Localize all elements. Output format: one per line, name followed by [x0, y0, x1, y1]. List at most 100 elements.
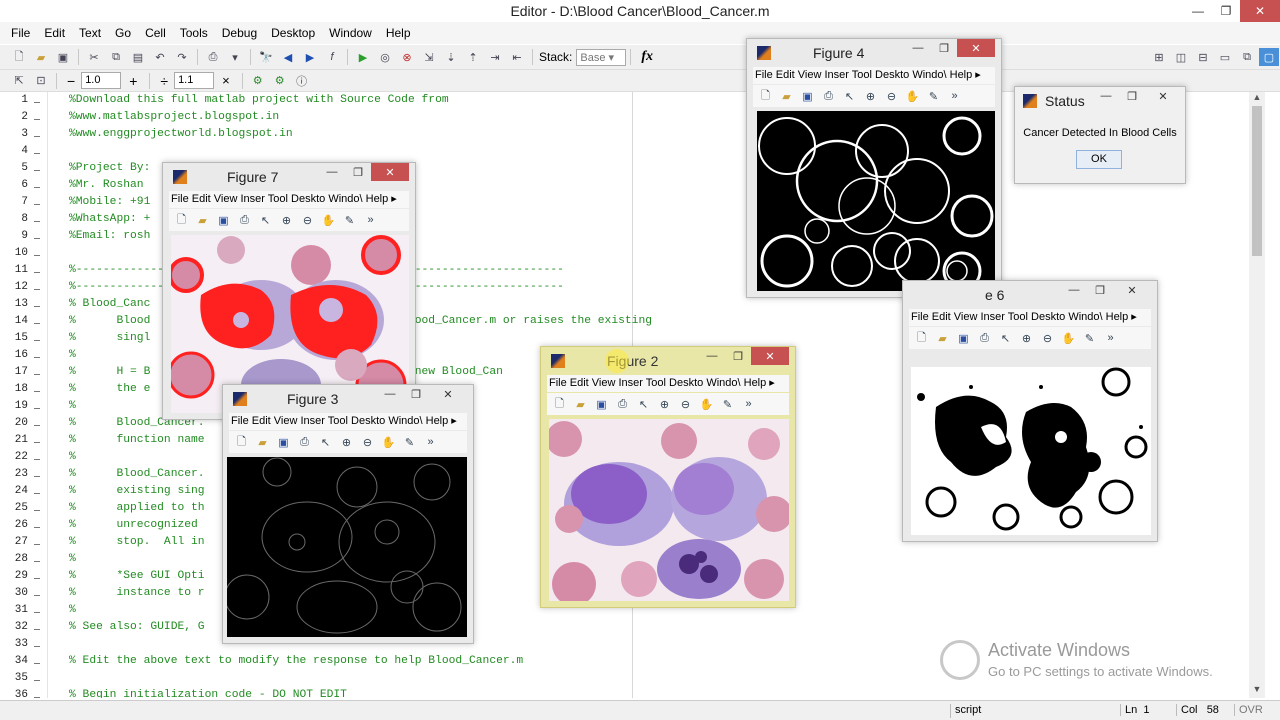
figure-6-window[interactable]: e 6 — ❐ ✕ File Edit View Inser Tool Deskto…	[902, 280, 1158, 542]
code-line[interactable]: %www.enggprojectworld.blogspot.in	[69, 128, 293, 140]
cut-icon[interactable]: ✂	[84, 48, 104, 66]
toolbar-overflow-icon[interactable]: »	[738, 395, 759, 413]
menu-go[interactable]: Go	[108, 26, 138, 40]
pan-hand-icon[interactable]: ✋	[696, 395, 717, 413]
scrollbar-thumb[interactable]	[1252, 106, 1262, 256]
close-icon[interactable]: ✕	[429, 385, 467, 403]
eval-advance-icon[interactable]: ⚙	[270, 72, 290, 90]
save-icon[interactable]: ▣	[273, 433, 294, 451]
zoom-in-icon[interactable]: ⊕	[276, 211, 297, 229]
step-icon[interactable]: ⇲	[419, 48, 439, 66]
print-icon[interactable]: ⎙	[818, 87, 839, 105]
figure-menu[interactable]: File Edit View Inser Tool Deskto Windo\ …	[909, 309, 1151, 326]
figure-menu-items[interactable]: File Edit View Inser Tool Deskto Windo\ …	[755, 69, 972, 81]
open-file-icon[interactable]: ▰	[252, 433, 273, 451]
close-icon[interactable]: ✕	[371, 163, 409, 181]
menu-help[interactable]: Help	[379, 26, 418, 40]
exit-debug-icon[interactable]: ⇤	[507, 48, 527, 66]
figure-4-window[interactable]: Figure 4 — ❐ ✕ File Edit View Inser Tool D…	[746, 38, 1002, 298]
clear-breakpoints-icon[interactable]: ⊗	[397, 48, 417, 66]
zoom-out-icon[interactable]: ⊖	[357, 433, 378, 451]
code-line[interactable]: %www.matlabsproject.blogspot.in	[69, 111, 279, 123]
minimize-icon[interactable]: —	[1061, 281, 1087, 299]
zoom-out-icon[interactable]: ⊖	[1037, 329, 1058, 347]
run-icon[interactable]: ▶	[353, 48, 373, 66]
menu-cell[interactable]: Cell	[138, 26, 173, 40]
zoom-out-icon[interactable]: ⊖	[675, 395, 696, 413]
increment-button[interactable]: +	[129, 73, 137, 89]
zoom-in-icon[interactable]: ⊕	[336, 433, 357, 451]
select-arrow-icon[interactable]: ↖	[315, 433, 336, 451]
step-out-icon[interactable]: ⇡	[463, 48, 483, 66]
data-cursor-icon[interactable]: ✎	[1079, 329, 1100, 347]
code-line[interactable]: %Project By:	[69, 162, 150, 174]
save-icon[interactable]: ▣	[953, 329, 974, 347]
vertical-scrollbar[interactable]: ▲ ▼	[1249, 92, 1265, 698]
set-breakpoint-icon[interactable]: ◎	[375, 48, 395, 66]
open-file-icon[interactable]: ▰	[932, 329, 953, 347]
cell-info-icon[interactable]: ⓘ	[292, 72, 312, 90]
continue-icon[interactable]: ⇥	[485, 48, 505, 66]
menu-tools[interactable]: Tools	[173, 26, 215, 40]
restore-icon[interactable]: ❐	[1087, 281, 1113, 299]
figure-menu-items[interactable]: File Edit View Inser Tool Deskto Windo\ …	[911, 311, 1128, 323]
code-line[interactable]: %Download this full matlab project with …	[69, 94, 449, 106]
new-figure-icon[interactable]: 🗋	[549, 395, 570, 413]
multiply-button[interactable]: ×	[222, 73, 230, 88]
eval-cell-icon[interactable]: ⚙	[248, 72, 268, 90]
split-horizontal-icon[interactable]: ⊟	[1193, 48, 1213, 66]
undo-icon[interactable]: ↶	[150, 48, 170, 66]
restore-icon[interactable]: ❐	[1119, 87, 1145, 105]
figure-menu[interactable]: File Edit View Inser Tool Deskto Windo\ …	[169, 191, 409, 208]
redo-icon[interactable]: ↷	[172, 48, 192, 66]
code-line[interactable]: %Mr. Roshan	[69, 179, 144, 191]
close-icon[interactable]: ✕	[1113, 281, 1151, 299]
new-file-icon[interactable]: 🗋	[9, 48, 29, 66]
zoom-out-icon[interactable]: ⊖	[881, 87, 902, 105]
restore-icon[interactable]: ❐	[345, 163, 371, 181]
minimize-icon[interactable]: —	[1184, 0, 1212, 22]
pan-hand-icon[interactable]: ✋	[378, 433, 399, 451]
forward-icon[interactable]: ▶	[300, 48, 320, 66]
minimize-icon[interactable]: —	[1093, 87, 1119, 105]
new-figure-icon[interactable]: 🗋	[911, 329, 932, 347]
data-cursor-icon[interactable]: ✎	[399, 433, 420, 451]
print-icon[interactable]: ⎙	[234, 211, 255, 229]
code-line[interactable]: %Mobile: +91	[69, 196, 150, 208]
cell-toggle-icon[interactable]: ⊡	[31, 72, 51, 90]
minimize-icon[interactable]: —	[377, 385, 403, 403]
new-figure-icon[interactable]: 🗋	[231, 433, 252, 451]
figure-7-window[interactable]: Figure 7 — ❐ ✕ File Edit View Inser Tool D…	[162, 162, 416, 420]
select-arrow-icon[interactable]: ↖	[255, 211, 276, 229]
code-line[interactable]: % singl	[69, 332, 150, 344]
close-icon[interactable]: ✕	[751, 347, 789, 365]
new-figure-icon[interactable]: 🗋	[171, 211, 192, 229]
zoom-in-icon[interactable]: ⊕	[1016, 329, 1037, 347]
save-icon[interactable]: ▣	[797, 87, 818, 105]
data-cursor-icon[interactable]: ✎	[923, 87, 944, 105]
save-icon[interactable]: ▣	[213, 211, 234, 229]
scroll-up-icon[interactable]: ▲	[1249, 92, 1265, 106]
open-file-icon[interactable]: ▰	[192, 211, 213, 229]
close-icon[interactable]: ✕	[1145, 87, 1181, 105]
code-line[interactable]: %	[69, 400, 76, 412]
menu-text[interactable]: Text	[72, 26, 108, 40]
paste-icon[interactable]: ▤	[128, 48, 148, 66]
toolbar-overflow-icon[interactable]: »	[420, 433, 441, 451]
tile-layout-icon[interactable]: ⊞	[1149, 48, 1169, 66]
code-line[interactable]: % See also: GUIDE, G	[69, 621, 205, 633]
figure-menu-items[interactable]: File Edit View Inser Tool Deskto Windo\ …	[171, 193, 388, 205]
code-line[interactable]: % Edit the above text to modify the resp…	[69, 655, 523, 667]
divide-button[interactable]: ÷	[160, 73, 168, 89]
menu-file[interactable]: File	[4, 26, 37, 40]
menu-debug[interactable]: Debug	[215, 26, 264, 40]
figure-menu[interactable]: File Edit View Inser Tool Deskto Windo\ …	[753, 67, 995, 84]
code-line[interactable]: %	[69, 553, 76, 565]
code-line[interactable]: % Begin initialization code - DO NOT EDI…	[69, 689, 347, 698]
print-dropdown-icon[interactable]: ▾	[225, 48, 245, 66]
open-file-icon[interactable]: ▰	[570, 395, 591, 413]
code-line[interactable]: %WhatsApp: +	[69, 213, 150, 225]
save-icon[interactable]: ▣	[53, 48, 73, 66]
menu-window[interactable]: Window	[322, 26, 379, 40]
print-icon[interactable]: ⎙	[974, 329, 995, 347]
